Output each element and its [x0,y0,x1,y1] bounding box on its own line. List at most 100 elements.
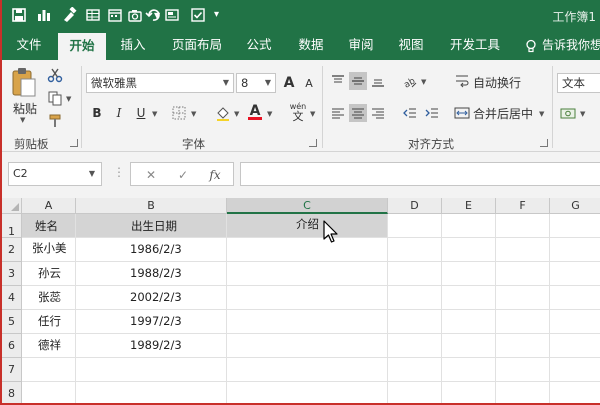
cell-b7[interactable] [76,358,227,382]
cell-f8[interactable] [496,382,550,403]
format-painter-ribbon-icon[interactable] [46,112,64,130]
borders-dropdown-icon[interactable]: ▼ [191,110,196,118]
save-icon[interactable] [11,7,27,23]
checkbox-icon[interactable] [190,7,206,23]
align-center-icon[interactable] [349,104,367,122]
cell-a7[interactable] [22,358,76,382]
format-painter-icon[interactable] [61,7,77,23]
decrease-indent-icon[interactable] [401,104,419,122]
orientation-dropdown-icon[interactable]: ▼ [421,78,426,86]
cell-a2[interactable]: 张小美 [22,238,76,262]
cell-e1[interactable] [442,214,496,238]
italic-button[interactable]: I [110,104,128,122]
cell-d6[interactable] [388,334,442,358]
currency-icon[interactable] [559,104,577,122]
cell-c2[interactable] [227,238,388,262]
cell-f1[interactable] [496,214,550,238]
cell-e8[interactable] [442,382,496,403]
merge-dropdown-icon[interactable]: ▼ [539,110,544,118]
column-header-a[interactable]: A [22,198,76,214]
table-icon[interactable] [85,7,101,23]
row-header-1[interactable]: 1 [2,214,22,238]
cut-icon[interactable] [46,66,64,84]
cell-g3[interactable] [550,262,600,286]
cell-d4[interactable] [388,286,442,310]
fill-color-icon[interactable] [214,104,232,122]
insert-function-icon[interactable]: fx [207,167,223,183]
cell-b8[interactable] [76,382,227,403]
cell-a6[interactable]: 德祥 [22,334,76,358]
cell-g8[interactable] [550,382,600,403]
row-header-8[interactable]: 8 [2,382,22,403]
phonetic-button[interactable]: wén 文 [288,100,308,124]
paste-icon[interactable] [10,66,38,98]
cell-d8[interactable] [388,382,442,403]
cell-a8[interactable] [22,382,76,403]
cell-c6[interactable] [227,334,388,358]
column-header-g[interactable]: G [550,198,600,214]
tab-file[interactable]: 文件 [8,30,50,60]
cell-e4[interactable] [442,286,496,310]
align-right-icon[interactable] [369,104,387,122]
cell-a3[interactable]: 孙云 [22,262,76,286]
chart-icon[interactable] [36,7,52,23]
align-top-icon[interactable] [329,72,347,90]
camera-icon[interactable] [127,7,143,23]
cell-f4[interactable] [496,286,550,310]
column-header-b[interactable]: B [76,198,227,214]
tab-insert[interactable]: 插入 [112,30,154,60]
cancel-icon[interactable]: ✕ [143,167,159,183]
cell-g4[interactable] [550,286,600,310]
merge-center-label[interactable]: 合并后居中 [473,105,533,122]
row-header-4[interactable]: 4 [2,286,22,310]
cell-e2[interactable] [442,238,496,262]
formula-bar-grip-icon[interactable]: ⋮ [113,165,125,179]
cell-b4[interactable]: 2002/2/3 [76,286,227,310]
grow-font-button[interactable]: A [280,74,298,92]
cell-e6[interactable] [442,334,496,358]
cell-f6[interactable] [496,334,550,358]
cell-a5[interactable]: 任行 [22,310,76,334]
cell-d1[interactable] [388,214,442,238]
cell-g6[interactable] [550,334,600,358]
cell-g5[interactable] [550,310,600,334]
font-color-button[interactable]: A [246,102,264,120]
fill-color-dropdown-icon[interactable]: ▼ [234,110,239,118]
copy-dropdown-icon[interactable]: ▼ [66,95,71,103]
cell-c4[interactable] [227,286,388,310]
cell-b3[interactable]: 1988/2/3 [76,262,227,286]
shrink-font-button[interactable]: A [300,74,318,92]
wrap-text-label[interactable]: 自动换行 [473,74,521,91]
cell-f5[interactable] [496,310,550,334]
borders-icon[interactable] [170,104,188,122]
row-header-3[interactable]: 3 [2,262,22,286]
cell-d2[interactable] [388,238,442,262]
tab-page-layout[interactable]: 页面布局 [166,30,228,60]
number-format-dropdown[interactable]: 文本 [557,73,600,93]
tab-home[interactable]: 开始 [58,33,106,60]
underline-button[interactable]: U [132,104,150,122]
cell-a4[interactable]: 张蕊 [22,286,76,310]
name-box[interactable]: C2 ▼ [8,162,102,186]
clipboard-launcher-icon[interactable] [70,139,78,147]
tab-data[interactable]: 数据 [290,30,332,60]
column-header-c[interactable]: C [227,198,388,214]
alignment-launcher-icon[interactable] [540,139,548,147]
tell-me-box[interactable]: 告诉我你想 [524,30,600,60]
row-header-6[interactable]: 6 [2,334,22,358]
currency-dropdown-icon[interactable]: ▼ [580,110,585,118]
cell-b5[interactable]: 1997/2/3 [76,310,227,334]
cell-e5[interactable] [442,310,496,334]
column-header-f[interactable]: F [496,198,550,214]
tab-formulas[interactable]: 公式 [238,30,280,60]
align-middle-icon[interactable] [349,72,367,90]
font-color-dropdown-icon[interactable]: ▼ [267,110,272,118]
increase-indent-icon[interactable] [423,104,441,122]
screenshot-icon[interactable] [164,7,180,23]
cell-d5[interactable] [388,310,442,334]
align-bottom-icon[interactable] [369,72,387,90]
tab-developer[interactable]: 开发工具 [444,30,506,60]
bold-button[interactable]: B [88,104,106,122]
customize-toolbar-icon[interactable]: ▾ [214,9,219,20]
paste-dropdown-icon[interactable]: ▼ [20,116,25,124]
